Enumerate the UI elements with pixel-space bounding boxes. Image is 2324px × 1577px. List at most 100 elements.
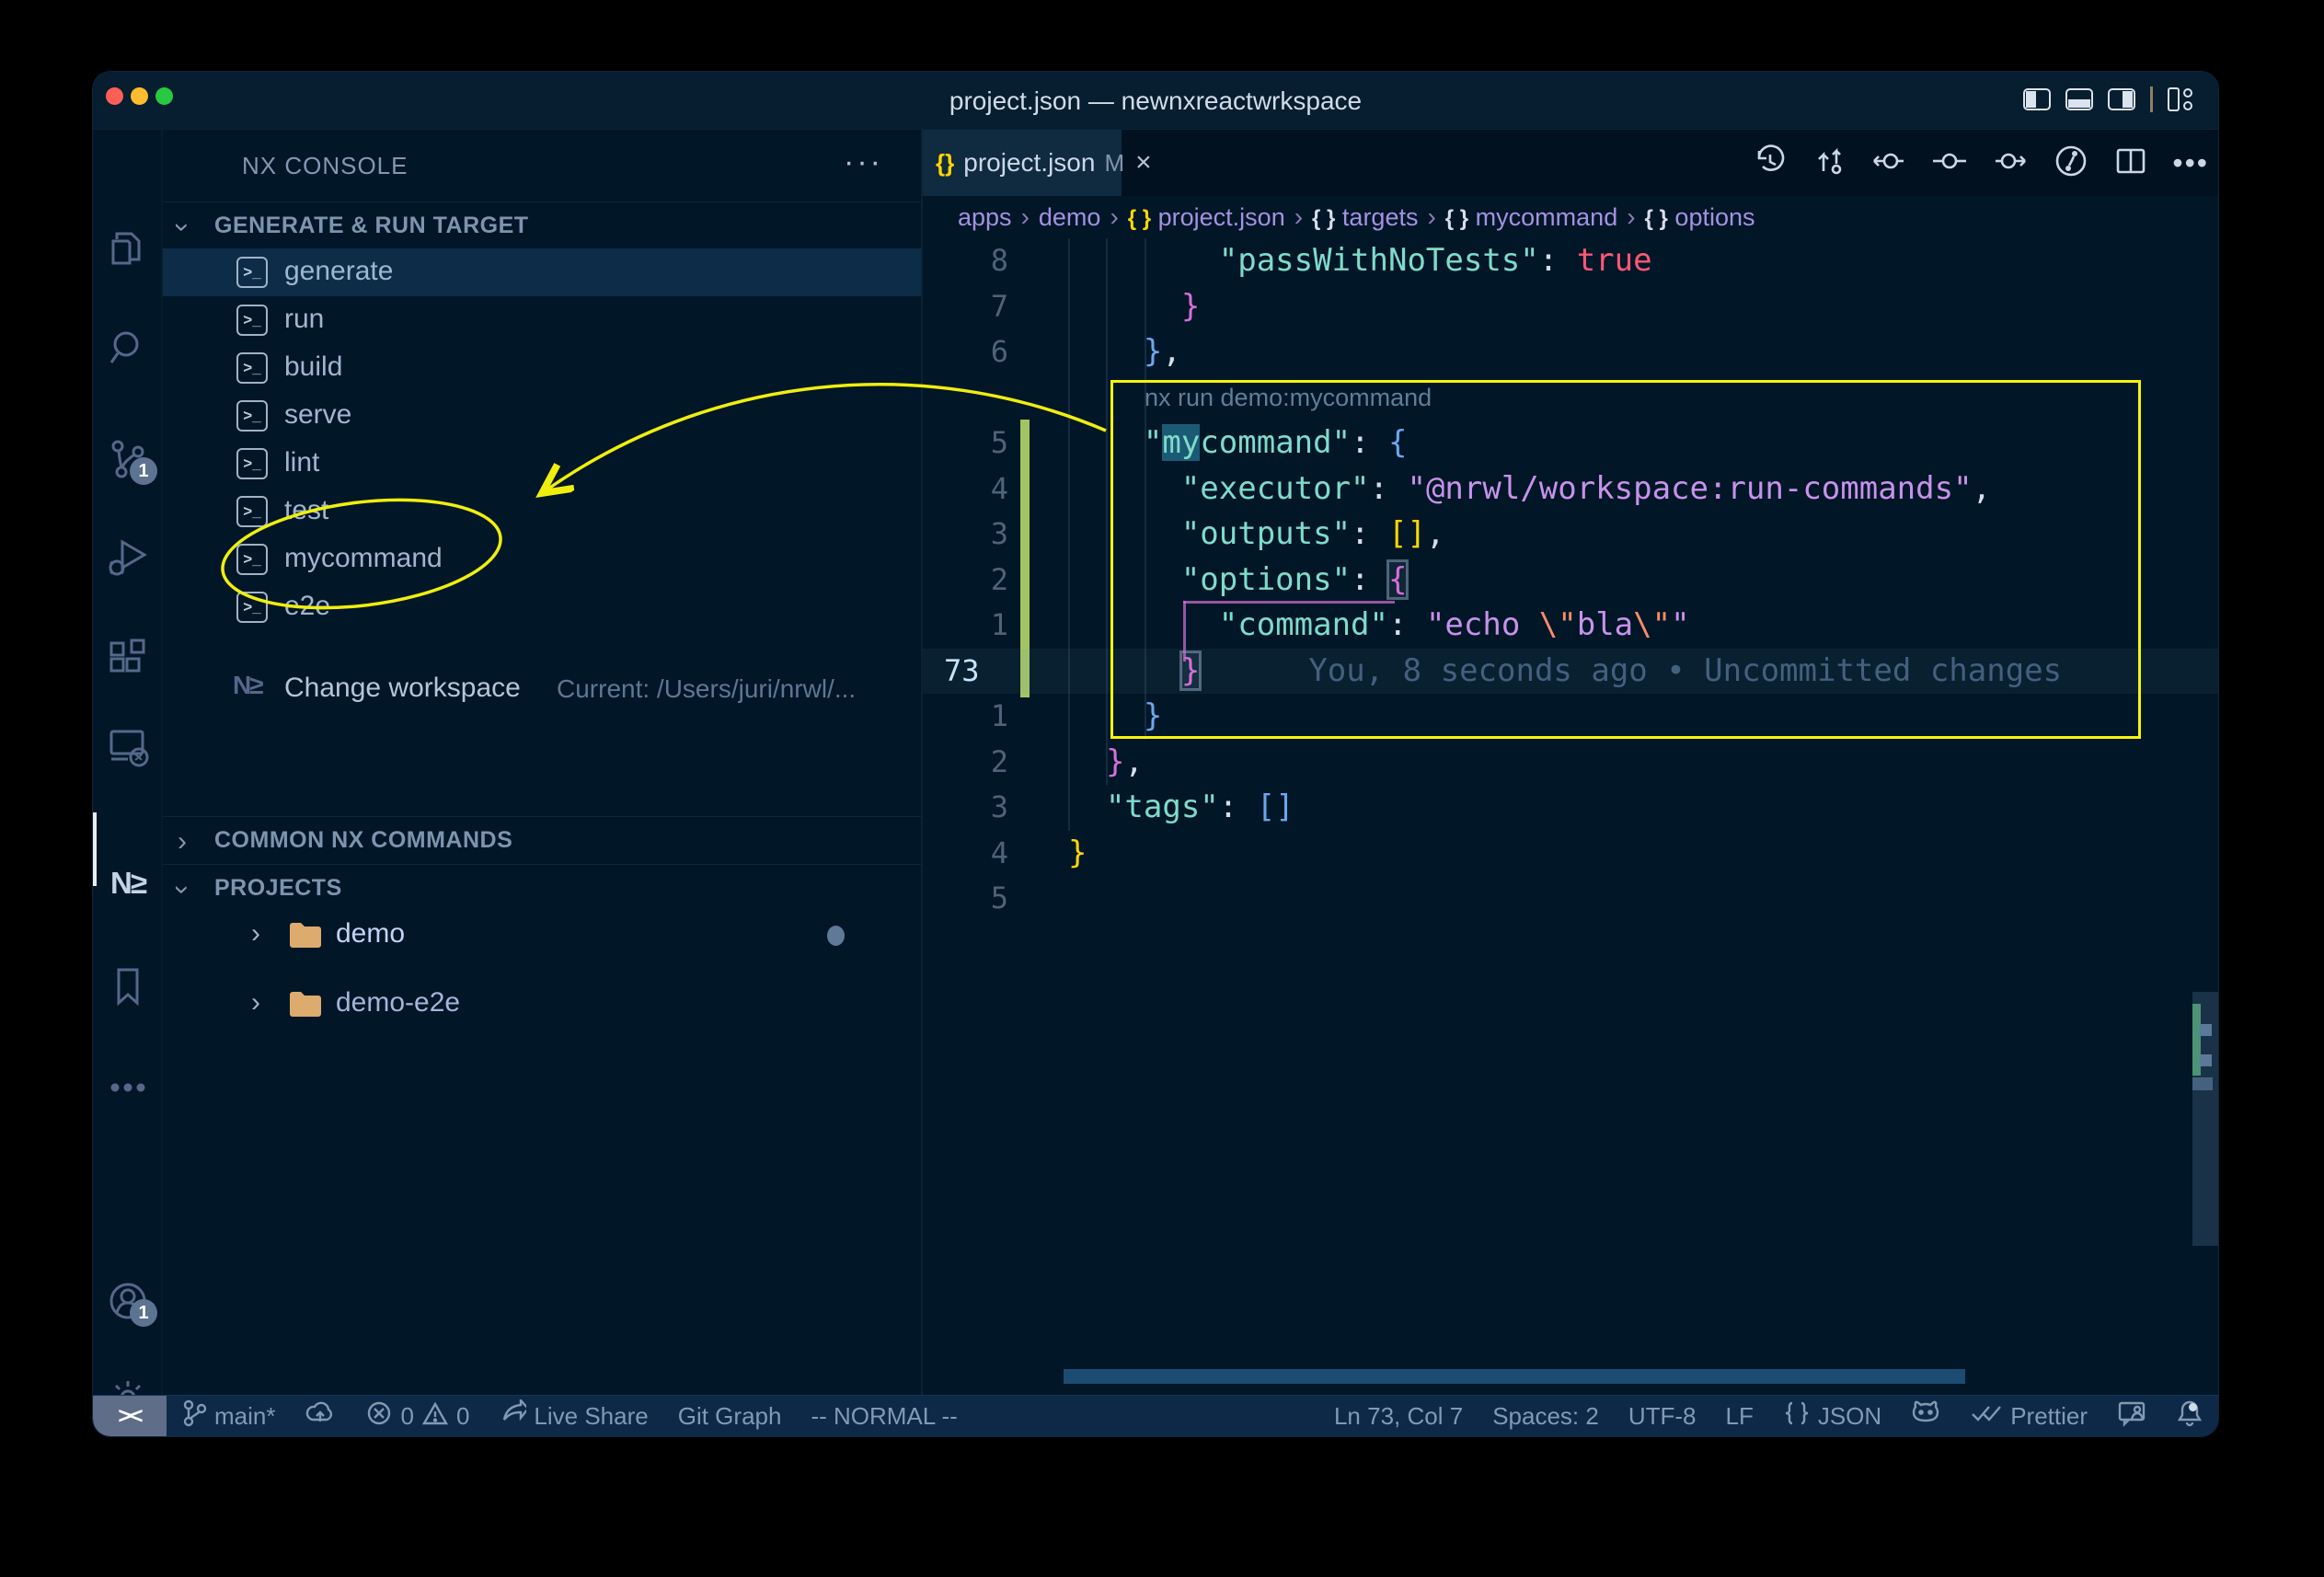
code-line[interactable]: 5 bbox=[923, 876, 2218, 922]
github-icon bbox=[1911, 1399, 1940, 1433]
editor-group: {} project.json M × ••• apps›demo›{ } pr… bbox=[923, 130, 2218, 1395]
more-actions-icon[interactable]: ••• bbox=[2172, 146, 2209, 180]
compare-changes-icon[interactable] bbox=[1812, 144, 1847, 183]
toggle-secondary-sidebar-icon[interactable] bbox=[2108, 88, 2135, 110]
folder-icon bbox=[288, 989, 323, 1023]
code-line[interactable]: 2 "options": { bbox=[923, 558, 2218, 604]
line-number: 7 bbox=[923, 284, 1008, 330]
language-mode[interactable]: JSON bbox=[1768, 1396, 1896, 1437]
code-line[interactable]: 5 "mycommand": { bbox=[923, 420, 2218, 466]
breadcrumb-item-apps[interactable]: apps bbox=[958, 203, 1012, 232]
tab-bar: {} project.json M × ••• bbox=[923, 130, 2218, 196]
accounts-icon[interactable]: 1 bbox=[93, 1273, 163, 1329]
more-views-icon[interactable] bbox=[93, 1060, 163, 1115]
sidebar-more-actions-icon[interactable]: ··· bbox=[844, 144, 883, 180]
indentation[interactable]: Spaces: 2 bbox=[1478, 1396, 1614, 1437]
breadcrumb-separator: › bbox=[1021, 202, 1030, 232]
live-share[interactable]: Live Share bbox=[484, 1396, 662, 1437]
chevron-right-icon[interactable]: › bbox=[251, 987, 260, 1019]
code-editor[interactable]: 8 "passWithNoTests": true7 }6 },nx run d… bbox=[923, 238, 2218, 1395]
feedback[interactable] bbox=[2102, 1396, 2161, 1437]
code-line[interactable]: 8 "passWithNoTests": true bbox=[923, 238, 2218, 284]
breadcrumb-item-project.json[interactable]: { } project.json bbox=[1128, 203, 1285, 232]
next-change-icon[interactable] bbox=[1992, 144, 2029, 183]
breadcrumb-item-options[interactable]: { } options bbox=[1645, 203, 1755, 232]
section-common-nx-commands[interactable]: › COMMON NX COMMANDS bbox=[163, 816, 921, 862]
git-branch-icon bbox=[181, 1399, 207, 1433]
sidebar-item-run[interactable]: >_run bbox=[163, 296, 921, 344]
close-tab-icon[interactable]: × bbox=[1135, 147, 1152, 178]
code-line[interactable]: 4 "executor": "@nrwl/workspace:run-comma… bbox=[923, 466, 2218, 512]
extensions-icon[interactable] bbox=[93, 631, 163, 686]
horizontal-scrollbar[interactable] bbox=[1064, 1369, 1965, 1384]
nx-logo-icon: N≥ bbox=[233, 671, 262, 700]
tab-project-json[interactable]: {} project.json M × bbox=[923, 130, 1122, 196]
search-icon[interactable] bbox=[93, 320, 163, 375]
warning-icon bbox=[421, 1399, 449, 1433]
breadcrumb-item-targets[interactable]: { } targets bbox=[1312, 203, 1418, 232]
code-line[interactable]: 2 }, bbox=[923, 740, 2218, 786]
sidebar-item-generate[interactable]: >_generate bbox=[163, 248, 921, 296]
prettier[interactable]: Prettier bbox=[1955, 1396, 2102, 1437]
line-number: 73 bbox=[944, 649, 980, 695]
section-projects[interactable]: › PROJECTS bbox=[163, 864, 921, 910]
remote-indicator[interactable]: >< bbox=[93, 1396, 167, 1437]
code-lens-run-command[interactable]: nx run demo:mycommand bbox=[1145, 375, 1432, 421]
gitlens-icon[interactable] bbox=[2053, 143, 2089, 184]
code-lens-row[interactable]: nx run demo:mycommand bbox=[923, 375, 2218, 421]
project-status-dot bbox=[827, 926, 845, 946]
explorer-icon[interactable] bbox=[93, 221, 163, 276]
window-title: project.json — newnxreactwrkspace bbox=[93, 72, 2218, 130]
sidebar-item-e2e[interactable]: >_e2e bbox=[163, 583, 921, 631]
sidebar-title: NX CONSOLE bbox=[242, 152, 408, 180]
split-editor-icon[interactable] bbox=[2113, 144, 2148, 183]
code-line[interactable]: 1 } bbox=[923, 694, 2218, 740]
cursor-position[interactable]: Ln 73, Col 7 bbox=[1319, 1396, 1478, 1437]
sidebar-item-serve[interactable]: >_serve bbox=[163, 392, 921, 440]
code-line[interactable]: 3 "outputs": [], bbox=[923, 512, 2218, 558]
git-graph[interactable]: Git Graph bbox=[663, 1396, 797, 1437]
source-control-icon[interactable]: 1 bbox=[93, 432, 163, 487]
github[interactable] bbox=[1896, 1396, 1955, 1437]
timeline-icon[interactable] bbox=[1753, 144, 1788, 183]
code-line[interactable]: 7 } bbox=[923, 284, 2218, 330]
git-blame-annotation: You, 8 seconds ago • Uncommitted changes bbox=[1308, 652, 2062, 689]
eol[interactable]: LF bbox=[1711, 1396, 1768, 1437]
code-line[interactable]: 4} bbox=[923, 831, 2218, 877]
change-icon[interactable] bbox=[1931, 144, 1968, 183]
code-line[interactable]: 1 "command": "echo \"bla\"" bbox=[923, 603, 2218, 649]
code-line[interactable]: 3 "tags": [] bbox=[923, 785, 2218, 831]
previous-change-icon[interactable] bbox=[1870, 144, 1907, 183]
section-generate-run-target[interactable]: › GENERATE & RUN TARGET bbox=[163, 201, 921, 247]
breadcrumb-item-mycommand[interactable]: { } mycommand bbox=[1445, 203, 1617, 232]
badge: 1 bbox=[130, 1299, 157, 1327]
nx-console-sidebar: NX CONSOLE ··· › GENERATE & RUN TARGET >… bbox=[163, 130, 923, 1395]
bookmarks-icon[interactable] bbox=[93, 959, 163, 1014]
project-item-demo-e2e[interactable]: ›demo-e2e bbox=[163, 980, 921, 1028]
bracket-pair-guide bbox=[1183, 601, 1395, 604]
encoding[interactable]: UTF-8 bbox=[1614, 1396, 1711, 1437]
sidebar-item-change-workspace[interactable]: N≥ Change workspace Current: /Users/juri… bbox=[163, 665, 921, 713]
code-line[interactable]: 73 }You, 8 seconds ago • Uncommitted cha… bbox=[923, 649, 2218, 695]
line-number: 5 bbox=[923, 420, 1008, 466]
chevron-right-icon[interactable]: › bbox=[251, 918, 260, 950]
run-debug-icon[interactable] bbox=[93, 529, 163, 584]
toggle-panel-icon[interactable] bbox=[2065, 88, 2093, 110]
toggle-sidebar-icon[interactable] bbox=[2023, 88, 2051, 110]
customize-layout-icon[interactable] bbox=[2168, 87, 2192, 111]
sync-changes[interactable] bbox=[290, 1396, 351, 1437]
breadcrumb-item-demo[interactable]: demo bbox=[1039, 203, 1101, 232]
remote-explorer-icon[interactable] bbox=[93, 719, 163, 774]
nx-console-icon[interactable]: N≥ bbox=[93, 856, 163, 911]
sidebar-item-build[interactable]: >_build bbox=[163, 344, 921, 392]
project-item-demo[interactable]: ›demo bbox=[163, 911, 921, 959]
problems[interactable]: 00 bbox=[351, 1396, 484, 1437]
sidebar-item-lint[interactable]: >_lint bbox=[163, 440, 921, 488]
vim-mode[interactable]: -- NORMAL -- bbox=[796, 1396, 972, 1437]
sidebar-item-test[interactable]: >_test bbox=[163, 488, 921, 535]
activity-bar: 1N≥11 bbox=[93, 130, 163, 1395]
git-branch[interactable]: main* bbox=[167, 1396, 290, 1437]
code-line[interactable]: 6 }, bbox=[923, 329, 2218, 375]
sidebar-item-mycommand[interactable]: >_mycommand bbox=[163, 535, 921, 583]
notifications[interactable] bbox=[2161, 1396, 2218, 1437]
